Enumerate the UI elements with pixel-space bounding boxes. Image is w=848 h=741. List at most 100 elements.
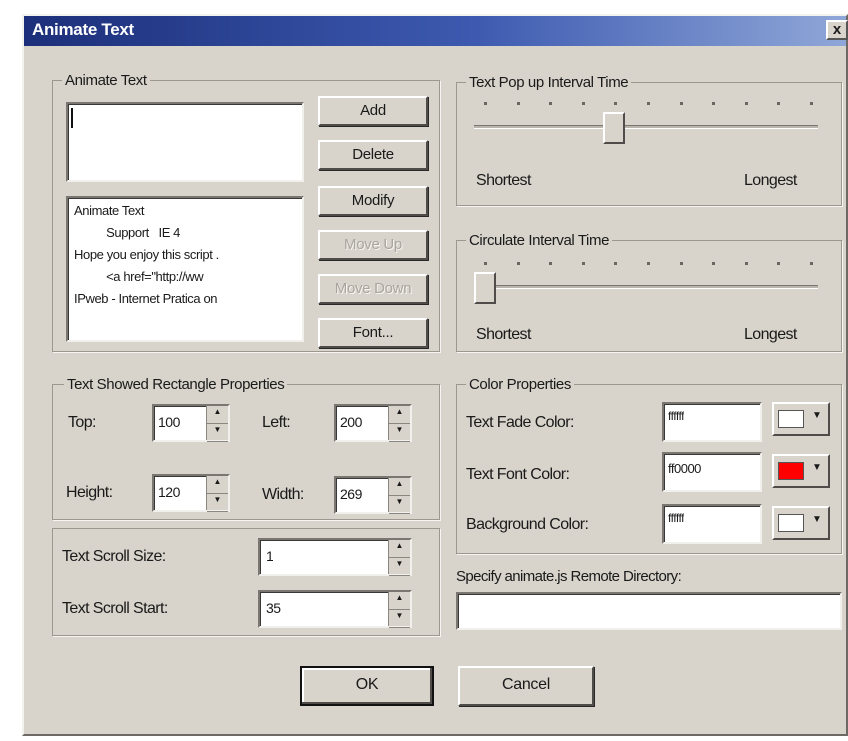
spin-down-icon[interactable]: ▼	[207, 494, 228, 512]
scroll-size-label: Text Scroll Size:	[62, 548, 166, 565]
font-color-field[interactable]: ff0000	[662, 452, 762, 492]
tick-mark	[517, 262, 520, 265]
tick-mark	[614, 262, 617, 265]
bg-color-field[interactable]: ffffff	[662, 504, 762, 544]
rect-props-legend: Text Showed Rectangle Properties	[64, 376, 288, 393]
popup-interval-legend: Text Pop up Interval Time	[466, 74, 632, 91]
height-field[interactable]: 120 ▲ ▼	[152, 474, 230, 512]
text-cursor	[71, 108, 73, 128]
fade-color-field[interactable]: ffffff	[662, 402, 762, 442]
close-icon: x	[832, 21, 842, 38]
list-item[interactable]: Hope you enjoy this script .	[74, 244, 219, 266]
animate-text-input[interactable]	[66, 102, 304, 182]
popup-min-label: Shortest	[476, 172, 531, 189]
left-spinner[interactable]: ▲ ▼	[388, 406, 410, 442]
tick-mark	[745, 262, 748, 265]
tick-mark	[549, 262, 552, 265]
scroll-start-field[interactable]: 35 ▲ ▼	[258, 590, 412, 628]
circulate-slider-track	[474, 285, 818, 289]
dropdown-arrow-icon: ▼	[812, 410, 822, 421]
bg-color-swatch	[778, 514, 804, 532]
left-field[interactable]: 200 ▲ ▼	[334, 404, 412, 442]
tick-mark	[680, 262, 683, 265]
list-item[interactable]: <a href="http://ww	[74, 266, 204, 288]
font-button[interactable]: Font...	[318, 318, 428, 348]
width-value: 269	[340, 486, 362, 502]
top-label: Top:	[68, 414, 96, 431]
font-color-value: ff0000	[668, 461, 701, 476]
spin-down-icon[interactable]: ▼	[389, 424, 410, 442]
scroll-start-label: Text Scroll Start:	[62, 600, 168, 617]
top-spinner[interactable]: ▲ ▼	[206, 406, 228, 442]
tick-mark	[549, 102, 552, 105]
circulate-min-label: Shortest	[476, 326, 531, 343]
spin-up-icon[interactable]: ▲	[389, 478, 410, 496]
tick-mark	[614, 102, 617, 105]
modify-button[interactable]: Modify	[318, 186, 428, 216]
width-spinner[interactable]: ▲ ▼	[388, 478, 410, 514]
popup-slider-thumb[interactable]	[603, 112, 625, 144]
fade-color-picker[interactable]: ▼	[772, 402, 830, 436]
cancel-button[interactable]: Cancel	[458, 666, 594, 706]
tick-mark	[517, 102, 520, 105]
remote-dir-field[interactable]	[456, 592, 842, 630]
spin-down-icon[interactable]: ▼	[389, 558, 410, 576]
tick-mark	[582, 102, 585, 105]
delete-button[interactable]: Delete	[318, 140, 428, 170]
bg-color-picker[interactable]: ▼	[772, 506, 830, 540]
scroll-size-field[interactable]: 1 ▲ ▼	[258, 538, 412, 576]
scroll-start-value: 35	[266, 600, 281, 616]
spin-down-icon[interactable]: ▼	[389, 496, 410, 514]
spin-down-icon[interactable]: ▼	[207, 424, 228, 442]
width-field[interactable]: 269 ▲ ▼	[334, 476, 412, 514]
circulate-interval-legend: Circulate Interval Time	[466, 232, 613, 249]
top-value: 100	[158, 414, 180, 430]
height-value: 120	[158, 484, 180, 500]
spin-up-icon[interactable]: ▲	[207, 406, 228, 424]
dropdown-arrow-icon: ▼	[812, 462, 822, 473]
tick-mark	[810, 262, 813, 265]
height-spinner[interactable]: ▲ ▼	[206, 476, 228, 512]
tick-mark	[484, 262, 487, 265]
move-down-button[interactable]: Move Down	[318, 274, 428, 304]
popup-max-label: Longest	[744, 172, 797, 189]
tick-mark	[680, 102, 683, 105]
remote-dir-label: Specify animate.js Remote Directory:	[456, 568, 682, 585]
list-item[interactable]: Animate Text	[74, 200, 145, 222]
tick-mark	[810, 102, 813, 105]
scroll-start-spinner[interactable]: ▲ ▼	[388, 592, 410, 628]
tick-mark	[745, 102, 748, 105]
animate-text-list[interactable]: Animate Text Support IE 4 Hope you enjoy…	[66, 196, 304, 342]
list-item[interactable]: IPweb - Internet Pratica on	[74, 288, 218, 310]
dropdown-arrow-icon: ▼	[812, 514, 822, 525]
fade-color-label: Text Fade Color:	[466, 414, 574, 431]
fade-color-value: ffffff	[668, 409, 684, 423]
top-field[interactable]: 100 ▲ ▼	[152, 404, 230, 442]
spin-down-icon[interactable]: ▼	[389, 610, 410, 628]
spin-up-icon[interactable]: ▲	[389, 592, 410, 610]
move-up-button[interactable]: Move Up	[318, 230, 428, 260]
tick-mark	[647, 262, 650, 265]
spin-up-icon[interactable]: ▲	[389, 540, 410, 558]
tick-mark	[777, 102, 780, 105]
bg-color-label: Background Color:	[466, 516, 589, 533]
spin-up-icon[interactable]: ▲	[207, 476, 228, 494]
tick-mark	[712, 102, 715, 105]
bg-color-value: ffffff	[668, 511, 684, 525]
popup-tick-marks	[484, 102, 813, 106]
circulate-slider-thumb[interactable]	[474, 272, 496, 304]
title-bar[interactable]	[24, 16, 846, 46]
add-button[interactable]: Add	[318, 96, 428, 126]
circulate-tick-marks	[484, 262, 813, 266]
animate-text-legend: Animate Text	[62, 72, 150, 89]
close-button[interactable]: x	[826, 20, 848, 40]
left-value: 200	[340, 414, 362, 430]
scroll-size-spinner[interactable]: ▲ ▼	[388, 540, 410, 576]
color-props-legend: Color Properties	[466, 376, 574, 393]
spin-up-icon[interactable]: ▲	[389, 406, 410, 424]
font-color-picker[interactable]: ▼	[772, 454, 830, 488]
fade-color-swatch	[778, 410, 804, 428]
width-label: Width:	[262, 486, 304, 503]
list-item[interactable]: Support IE 4	[74, 222, 180, 244]
ok-button[interactable]: OK	[300, 666, 434, 706]
